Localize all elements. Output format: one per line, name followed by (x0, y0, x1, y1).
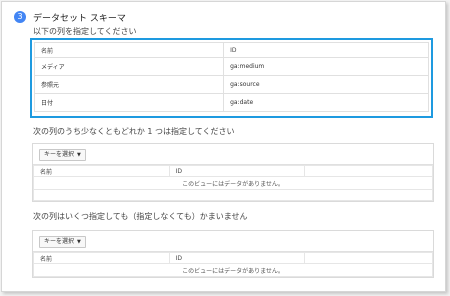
required-columns-table: 名前 ID メディア ga:medium 参照元 ga:source 日付 ga… (33, 42, 429, 112)
table-row: 日付 ga:date (33, 93, 429, 112)
row-id: ga:date (223, 93, 429, 112)
column-header-name: 名前 (33, 42, 225, 58)
table-header-row: 名前 ID (33, 42, 429, 58)
optional-panel: キーを選択 ▼ 名前 ID このビューにはデータがありません。 (32, 230, 434, 278)
row-name: 参照元 (33, 75, 225, 94)
table-header-row: 名前 ID (33, 252, 433, 264)
column-header-name: 名前 (33, 165, 170, 177)
caret-down-icon: ▼ (77, 239, 81, 245)
column-header-empty (304, 252, 433, 264)
panel-toolbar: キーを選択 ▼ (33, 231, 433, 252)
caret-down-icon: ▼ (77, 152, 81, 158)
at-least-one-panel: キーを選択 ▼ 名前 ID このビューにはデータがありません。 (32, 143, 434, 202)
optional-table: 名前 ID このビューにはデータがありません。 (33, 252, 433, 277)
at-least-one-table: 名前 ID このビューにはデータがありません。 (33, 165, 433, 201)
dataset-schema-card: 3 データセット スキーマ 以下の列を指定してください 名前 ID メディア g… (1, 1, 446, 292)
empty-row: このビューにはデータがありません。 (33, 263, 433, 277)
spacer-row (33, 189, 433, 201)
row-id: ga:medium (223, 57, 429, 76)
column-header-empty (304, 165, 433, 177)
key-select-button[interactable]: キーを選択 ▼ (39, 149, 86, 161)
key-select-button[interactable]: キーを選択 ▼ (39, 236, 86, 248)
row-id: ga:source (223, 75, 429, 94)
column-header-name: 名前 (33, 252, 170, 264)
table-row: 参照元 ga:source (33, 75, 429, 94)
table-row: メディア ga:medium (33, 57, 429, 76)
column-header-id: ID (168, 252, 306, 264)
empty-message: このビューにはデータがありません。 (33, 176, 433, 190)
empty-message: このビューにはデータがありません。 (33, 263, 433, 277)
empty-row: このビューにはデータがありません。 (33, 176, 433, 190)
column-header-id: ID (223, 42, 429, 58)
required-columns-highlight: 名前 ID メディア ga:medium 参照元 ga:source 日付 ga… (30, 38, 433, 118)
optional-caption: 次の列はいくつ指定しても（指定しなくても）かまいません (33, 212, 248, 221)
at-least-one-caption: 次の列のうち少なくともどれか 1 つは指定してください (33, 127, 235, 136)
schema-instruction: 以下の列を指定してください (33, 27, 137, 36)
row-name: メディア (33, 57, 225, 76)
table-header-row: 名前 ID (33, 165, 433, 177)
panel-toolbar: キーを選択 ▼ (33, 144, 433, 165)
step-title: データセット スキーマ (33, 14, 126, 24)
row-name: 日付 (33, 93, 225, 112)
column-header-id: ID (168, 165, 306, 177)
step-number-badge: 3 (14, 11, 26, 23)
